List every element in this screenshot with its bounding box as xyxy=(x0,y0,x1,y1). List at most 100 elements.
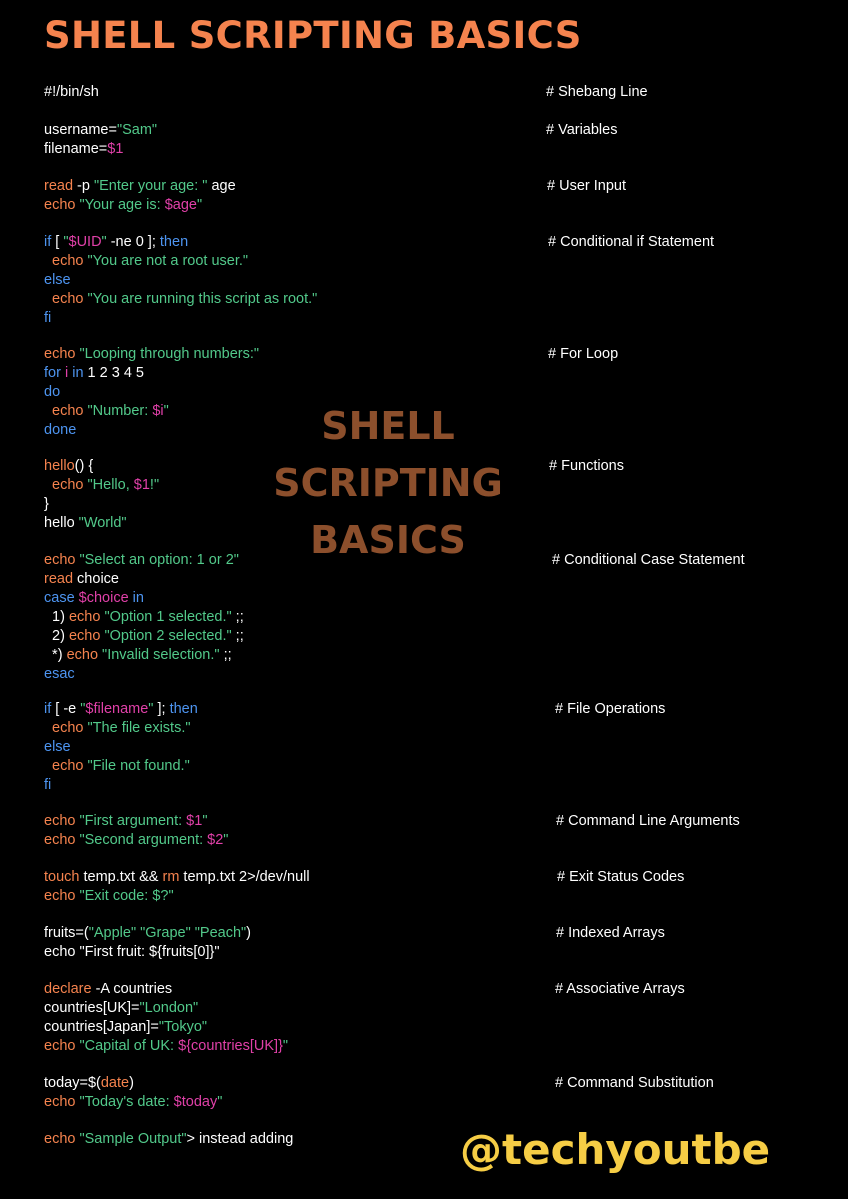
code-token: echo xyxy=(44,197,80,213)
code-token: "Sam" xyxy=(116,122,158,138)
code-token: echo xyxy=(44,1131,80,1147)
code-line-case: case $choice in xyxy=(44,589,144,608)
code-token: hello xyxy=(44,515,79,531)
code-token: ) xyxy=(246,925,252,941)
code-token: echo xyxy=(44,888,80,904)
code-token: $1 xyxy=(133,477,150,493)
code-token: fi xyxy=(44,310,52,326)
code-line-case-default: *) echo "Invalid selection." ;; xyxy=(44,646,232,665)
code-token: echo xyxy=(68,609,105,625)
code-token: "Exit code: $?" xyxy=(79,888,174,904)
code-line-var-username: username="Sam" xyxy=(44,121,157,140)
code-line-echo-capital: echo "Capital of UK: ${countries[UK]}" xyxy=(44,1037,288,1056)
code-token: $2 xyxy=(207,832,224,848)
code-line-case-1: 1) echo "Option 1 selected." ;; xyxy=(44,608,244,627)
code-line-close-brace: } xyxy=(44,495,49,514)
code-token: for xyxy=(44,365,61,381)
code-token: touch xyxy=(44,869,80,885)
code-token: esac xyxy=(44,666,75,682)
comment-conditional-case: # Conditional Case Statement xyxy=(552,552,745,568)
code-token: echo xyxy=(44,346,80,362)
comment-shebang: # Shebang Line xyxy=(546,84,648,100)
code-token: -ne 0 ]; xyxy=(106,234,160,250)
code-token: echo xyxy=(66,647,103,663)
code-token: in xyxy=(72,365,84,381)
code-line-read-age: read -p "Enter your age: " age xyxy=(44,177,236,196)
comment-user-input: # User Input xyxy=(547,178,626,194)
code-token: countries[Japan]= xyxy=(44,1019,159,1035)
code-line-else-2: else xyxy=(44,738,71,757)
code-line-fruits-array: fruits=("Apple" "Grape" "Peach") xyxy=(44,924,251,943)
code-token: username= xyxy=(44,122,117,138)
code-line-fi-2: fi xyxy=(44,776,51,795)
code-token: 1 2 3 4 5 xyxy=(83,365,144,381)
code-token: date xyxy=(100,1075,130,1091)
comment-functions: # Functions xyxy=(549,458,624,474)
code-token: " xyxy=(223,832,229,848)
code-token: "Number: xyxy=(87,403,153,419)
code-token: today=$( xyxy=(44,1075,101,1091)
code-token: "You are running this script as root." xyxy=(87,291,318,307)
code-line-shebang: #!/bin/sh xyxy=(44,83,99,102)
code-line-echo-root: echo "You are running this script as roo… xyxy=(44,290,317,309)
code-token: $choice xyxy=(78,590,129,606)
code-token: choice xyxy=(73,571,119,587)
code-line-var-filename: filename=$1 xyxy=(44,140,123,159)
code-token: do xyxy=(44,384,61,400)
code-line-read-choice: read choice xyxy=(44,570,119,589)
code-line-echo-today: echo "Today's date: $today" xyxy=(44,1093,222,1112)
code-line-echo-not-root: echo "You are not a root user." xyxy=(44,252,248,271)
code-token: read xyxy=(44,571,74,587)
code-token: echo xyxy=(44,1094,80,1110)
code-line-echo-sample: echo "Sample Output"> instead adding xyxy=(44,1130,293,1149)
code-line-call-hello: hello "World" xyxy=(44,514,127,533)
code-line-touch-rm: touch temp.txt && rm temp.txt 2>/dev/nul… xyxy=(44,868,310,887)
code-token: #!/bin/sh xyxy=(44,84,99,100)
code-token: hello xyxy=(44,458,75,474)
code-token: filename= xyxy=(44,141,108,157)
code-token: [ xyxy=(51,234,64,250)
code-token: echo xyxy=(44,552,80,568)
code-token: done xyxy=(44,422,77,438)
code-token: -p xyxy=(73,178,94,194)
code-token: "Sample Output" xyxy=(79,1131,187,1147)
code-token: else xyxy=(44,272,71,288)
watermark-text: SHELL SCRIPTING BASICS xyxy=(238,398,538,569)
code-token: fi xyxy=(44,777,52,793)
code-token: echo xyxy=(44,1038,80,1054)
comment-conditional-if: # Conditional if Statement xyxy=(548,234,715,250)
code-token: "Apple" "Grape" "Peach" xyxy=(88,925,247,941)
code-token: "File not found." xyxy=(87,758,190,774)
code-token: rm xyxy=(162,869,180,885)
code-token: " xyxy=(217,1094,223,1110)
code-token: ;; xyxy=(231,628,244,644)
code-token: temp.txt 2>/dev/null xyxy=(179,869,310,885)
code-token: echo xyxy=(44,403,88,419)
code-token: ;; xyxy=(231,609,244,625)
code-line-echo-hello: echo "Hello, $1!" xyxy=(44,476,159,495)
code-token: countries[UK]= xyxy=(44,1000,140,1016)
code-token: age xyxy=(207,178,236,194)
code-line-esac: esac xyxy=(44,665,75,684)
code-token: "Second argument: xyxy=(79,832,208,848)
comment-variables: # Variables xyxy=(546,122,618,138)
code-line-echo-select: echo "Select an option: 1 or 2" xyxy=(44,551,239,570)
code-token: " xyxy=(282,1038,289,1054)
code-token: echo xyxy=(44,477,88,493)
code-token: in xyxy=(128,590,144,606)
code-line-echo-not-found: echo "File not found." xyxy=(44,757,190,776)
code-token: echo xyxy=(44,253,88,269)
code-line-countries-uk: countries[UK]="London" xyxy=(44,999,198,1018)
code-token: echo xyxy=(68,628,105,644)
comment-for-loop: # For Loop xyxy=(548,346,619,362)
code-token: " xyxy=(196,197,203,213)
code-token: "Today's date: xyxy=(79,1094,174,1110)
code-token: "London" xyxy=(139,1000,199,1016)
watermark-line: SHELL xyxy=(321,404,455,448)
code-token: $1 xyxy=(107,141,124,157)
code-token: 1) xyxy=(44,609,69,625)
code-line-done: done xyxy=(44,421,76,440)
comment-associative-arrays: # Associative Arrays xyxy=(555,981,685,997)
code-line-echo-age: echo "Your age is: $age" xyxy=(44,196,202,215)
code-token: } xyxy=(44,496,49,512)
